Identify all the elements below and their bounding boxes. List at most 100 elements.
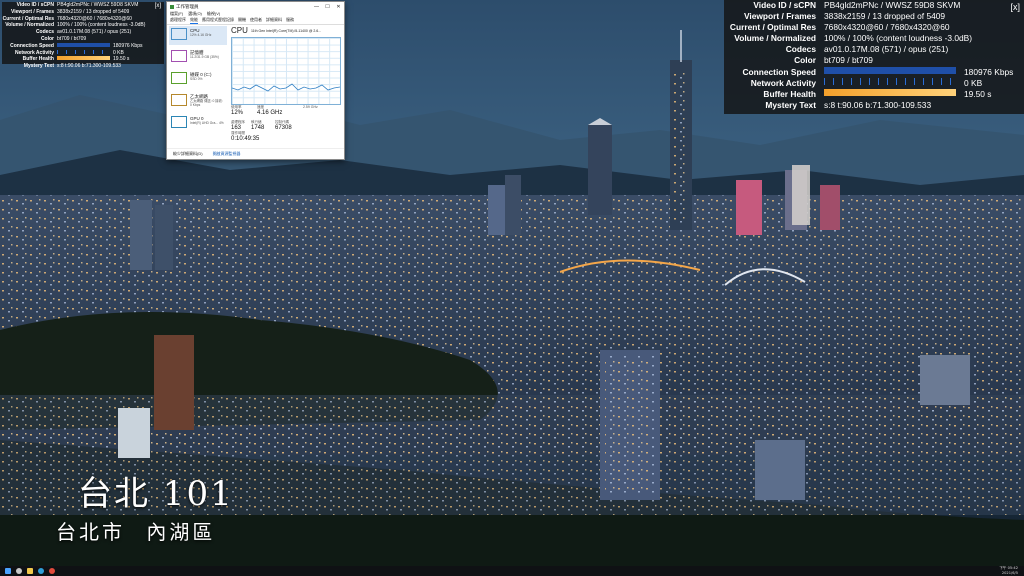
fewer-details-link[interactable]: 較少詳細資料(D) — [173, 151, 203, 157]
processes-block: 處理程序 163 — [231, 120, 245, 131]
taskbar-clock[interactable]: 下午 05:42 2021/6/5 — [999, 566, 1018, 575]
close-button[interactable]: ✕ — [333, 4, 344, 10]
caption-district-area: 內湖區 — [146, 520, 216, 544]
task-manager-window[interactable]: 工作管理員 — ☐ ✕ 檔案(F) 選項(O) 檢視(V) 處理程序 效能 應用… — [166, 1, 345, 160]
mini-graph-icon — [171, 72, 187, 84]
stats-label: Color — [794, 55, 816, 66]
sidebar-item-cpu[interactable]: CPU 12% 4.16 GHz — [169, 26, 227, 45]
task-manager-footer: 較少詳細資料(D) 開啟資源監視器 — [167, 148, 344, 159]
stats-row: Buffer Health 19.50 s — [2, 56, 164, 63]
tab-performance[interactable]: 效能 — [190, 17, 198, 24]
stats-value: 180976 Kbps — [113, 42, 143, 49]
stats-value: s:8 t:90.06 b:71.300-109.533 — [824, 99, 932, 110]
network-activity-bar — [824, 77, 956, 85]
stats-value: 19.50 s — [964, 88, 992, 99]
cpu-usage-graph — [231, 37, 341, 105]
tab-startup[interactable]: 開機 — [238, 17, 246, 24]
cpu-graph-line — [231, 83, 341, 92]
threads-block: 執行緒 1748 — [251, 120, 264, 131]
stats-row: Color bt709 / bt709 — [724, 55, 1024, 66]
stats-label: Viewport / Frames — [11, 8, 54, 15]
tab-users[interactable]: 使用者 — [250, 17, 262, 24]
stats-close-button[interactable]: [x] — [155, 3, 161, 9]
stats-row: Connection Speed 180976 Kbps — [724, 66, 1024, 78]
stats-value: 3838x2159 / 13 dropped of 5409 — [57, 8, 130, 15]
cpu-model: 11th Gen Intel(R) Core(TM) i5-11400 @ 2.… — [251, 29, 322, 33]
network-activity-bar — [57, 49, 110, 54]
open-resource-monitor-link[interactable]: 開啟資源監視器 — [213, 151, 241, 157]
tab-services[interactable]: 服務 — [286, 17, 294, 24]
stats-overlay-large: [x] Video ID / sCPN PB4gld2mPNc / WWSZ 59… — [724, 0, 1024, 114]
stats-row: Viewport / Frames 3838x2159 / 13 dropped … — [724, 11, 1024, 22]
stats-label: Video ID / sCPN — [753, 0, 816, 10]
mini-graph-icon — [171, 94, 187, 106]
stats-label: Codecs — [785, 44, 816, 55]
mini-graph-icon — [171, 50, 187, 62]
stats-row: Network Activity 0 KB — [2, 49, 164, 57]
stats-row: Codecs av01.0.17M.08 (571) / opus (251) — [2, 29, 164, 36]
taskbar: 下午 05:42 2021/6/5 — [0, 566, 1024, 576]
task-manager-titlebar[interactable]: 工作管理員 — ☐ ✕ — [167, 2, 344, 11]
stats-row: Volume / Normalized 100% / 100% (content … — [724, 33, 1024, 44]
stats-row: Color bt709 / bt709 — [2, 36, 164, 43]
mini-graph-icon — [171, 116, 187, 128]
chrome-icon[interactable] — [49, 568, 55, 574]
speed-block: 速度 4.16 GHz — [257, 105, 282, 116]
stats-row: Network Activity 0 KB — [724, 77, 1024, 89]
task-manager-icon — [170, 4, 174, 9]
stats-value: PB4gld2mPNc / WWSZ 59D8 SKVM — [824, 0, 961, 10]
stats-row: Mystery Text s:8 t:90.06 b:71.300-109.533 — [2, 63, 164, 70]
stats-rows: Video ID / sCPN PB4gld2mPNc / WWSZ 59D8 S… — [2, 2, 164, 70]
sidebar-item-detail: 乙太網路 傳送: 0 接收: 0 Kbps — [190, 99, 223, 107]
stats-label: Color — [40, 35, 54, 42]
maximize-button[interactable]: ☐ — [322, 4, 333, 10]
sidebar-item-detail: SSD 0% — [190, 77, 203, 81]
explorer-icon[interactable] — [27, 568, 33, 574]
stats-label: Codecs — [35, 29, 54, 36]
search-icon[interactable] — [16, 568, 22, 574]
tab-app-history[interactable]: 應用程式歷程記錄 — [202, 17, 234, 24]
buffer-health-bar — [824, 88, 956, 96]
stats-value: 3838x2159 / 13 dropped of 5409 — [824, 11, 946, 22]
stats-value: av01.0.17M.08 (571) / opus (251) — [57, 29, 132, 36]
stats-label: Mystery Text — [765, 99, 816, 110]
sidebar-item-detail: Intel(R) UHD Gra... 4% — [190, 121, 224, 125]
resource-sidebar: CPU 12% 4.16 GHz 記憶體 11.2/31.9 GB (35%) 磁碟 0… — [169, 26, 227, 136]
handles-block: 控制代碼 67308 — [275, 120, 292, 131]
clock-time: 下午 05:42 — [999, 566, 1018, 570]
stats-row: Mystery Text s:8 t:90.06 b:71.300-109.533 — [724, 100, 1024, 111]
stats-value: 7680x4320@60 / 7680x4320@60 — [57, 15, 132, 22]
stats-row: Current / Optimal Res 7680x4320@60 / 7680… — [724, 22, 1024, 33]
sidebar-item-memory[interactable]: 記憶體 11.2/31.9 GB (35%) — [169, 48, 227, 67]
caption-title: 台北 101 — [78, 474, 234, 514]
stats-label: Current / Optimal Res — [2, 15, 54, 22]
start-icon[interactable] — [5, 568, 11, 574]
caption-subtitle: 台北市 內湖區 — [56, 516, 227, 545]
stats-label: Connection Speed — [10, 42, 54, 49]
stats-value: bt709 / bt709 — [57, 35, 87, 42]
usage-block: 使用率 12% — [231, 105, 243, 116]
stats-label: Buffer Health — [22, 56, 54, 63]
stats-label: Current / Optimal Res — [729, 22, 816, 33]
sidebar-item-ethernet[interactable]: 乙太網路 乙太網路 傳送: 0 接收: 0 Kbps — [169, 92, 227, 111]
stats-label: Volume / Normalized — [5, 22, 54, 29]
stats-row: Volume / Normalized 100% / 100% (content … — [2, 22, 164, 29]
stats-value: 7680x4320@60 / 7680x4320@60 — [824, 22, 950, 33]
stats-row: Current / Optimal Res 7680x4320@60 / 7680… — [2, 16, 164, 23]
stats-row: Video ID / sCPN PB4gld2mPNc / WWSZ 59D8 S… — [2, 2, 164, 9]
tab-bar: 處理程序 效能 應用程式歷程記錄 開機 使用者 詳細資料 服務 — [167, 17, 344, 25]
stats-row: Video ID / sCPN PB4gld2mPNc / WWSZ 59D8 S… — [724, 0, 1024, 11]
sidebar-item-disk[interactable]: 磁碟 0 (C:) SSD 0% — [169, 70, 227, 89]
tab-processes[interactable]: 處理程序 — [170, 17, 186, 24]
edge-icon[interactable] — [38, 568, 44, 574]
tab-details[interactable]: 詳細資料 — [266, 17, 282, 24]
stats-value: 0 KB — [113, 49, 124, 56]
stats-close-button[interactable]: [x] — [1010, 2, 1020, 12]
stats-value: s:8 t:90.06 b:71.300-109.533 — [57, 63, 121, 70]
stats-value: 180976 Kbps — [964, 66, 1014, 77]
minimize-button[interactable]: — — [311, 4, 322, 10]
sidebar-item-gpu[interactable]: GPU 0 Intel(R) UHD Gra... 4% — [169, 114, 227, 133]
stats-value: 0 KB — [964, 77, 983, 88]
uptime-value: 0:10:49:35 — [231, 136, 260, 142]
stats-row: Viewport / Frames 3838x2159 / 13 dropped … — [2, 9, 164, 16]
